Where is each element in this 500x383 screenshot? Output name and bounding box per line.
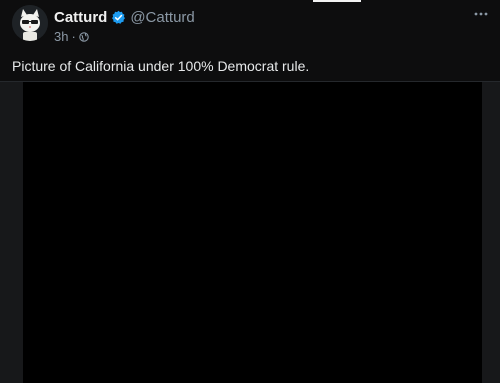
handle[interactable]: @Catturd [130, 9, 194, 26]
cat-avatar-icon [12, 5, 48, 41]
post-card: Catturd @Catturd 3h · Picture of Califor… [0, 0, 500, 383]
name-row: Catturd @Catturd [54, 9, 195, 26]
post-media-image[interactable] [23, 82, 482, 383]
avatar[interactable] [12, 5, 48, 41]
verified-badge-icon [112, 10, 126, 24]
more-options-button[interactable] [470, 7, 492, 21]
post-header: Catturd @Catturd 3h · [0, 0, 500, 48]
display-name[interactable]: Catturd [54, 9, 107, 26]
timestamp[interactable]: 3h [54, 29, 68, 44]
meta-separator: · [71, 29, 76, 44]
post-meta: 3h · [54, 29, 89, 44]
post-text: Picture of California under 100% Democra… [12, 58, 310, 74]
media-container [0, 82, 500, 383]
more-options-icon [474, 12, 488, 16]
globe-icon [79, 31, 89, 42]
